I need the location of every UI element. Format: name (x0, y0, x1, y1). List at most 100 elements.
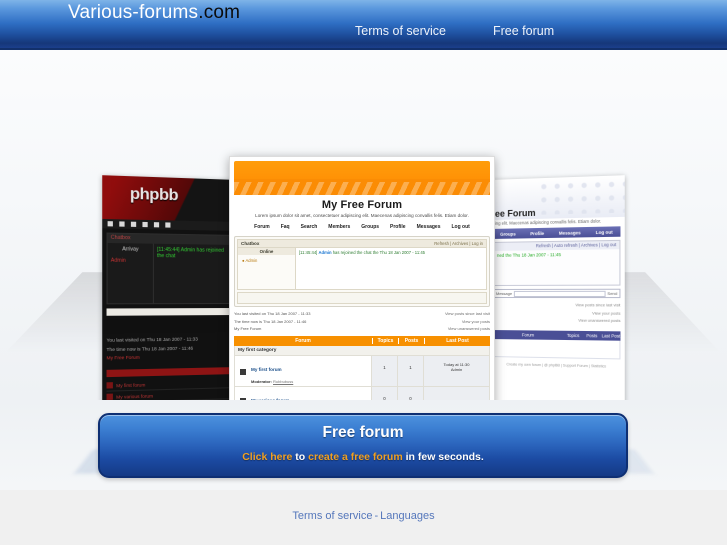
forum-category-row: My first category (234, 345, 490, 356)
nav-dot-icon (130, 221, 137, 227)
left-thumb-table-header (106, 367, 235, 378)
chatbox-online-user[interactable]: ● Admin (238, 255, 295, 266)
forum-row-name-cell: My first forum Moderator: Rubbubuss (251, 356, 371, 386)
nav-dot-icon (165, 222, 171, 228)
forum-nav-members[interactable]: Members (328, 224, 350, 230)
brand-tld: .com (198, 2, 241, 23)
forum-row-title[interactable]: My first forum (251, 367, 282, 372)
left-thumb-online-label: Arrivay (122, 246, 139, 253)
forum-nav-faq[interactable]: Faq (281, 224, 290, 230)
forum-nav-forum[interactable]: Forum (254, 224, 270, 230)
forum-row-last-post (423, 386, 489, 400)
forum-nav-logout[interactable]: Log out (452, 224, 470, 230)
forum-nav-groups[interactable]: Groups (361, 224, 379, 230)
chatbox-input[interactable] (237, 292, 487, 304)
forum-row-title[interactable]: My various forum (251, 398, 289, 400)
forum-meta: You last visited on Thu 18 Jan 2007 - 11… (234, 310, 490, 333)
header-nav-free-forum[interactable]: Free forum (493, 24, 554, 38)
forum-row-posts: 1 (397, 355, 423, 386)
cta-create-free-forum: create a free forum (308, 451, 403, 463)
preview-thumbnail-center[interactable]: My Free Forum Lorem ipsum dolor sit amet… (229, 156, 495, 400)
right-thumb-banner: ee Forum (489, 175, 625, 220)
site-footer: Terms of service - Languages (0, 490, 727, 545)
right-thumb-input-label: Message (495, 290, 513, 296)
chatbox-message-user: Admin (318, 250, 332, 255)
forum-icon (106, 382, 113, 389)
forum-banner (234, 161, 490, 195)
right-thumb-input-field[interactable] (514, 290, 606, 297)
right-thumb-send-button[interactable]: Send (607, 291, 617, 296)
right-thumb-nav-logout[interactable]: Log out (596, 229, 613, 234)
forum-row-posts: 0 (397, 386, 423, 400)
cta-click-here: Click here (242, 451, 293, 463)
current-time-text: The time now is Thu 18 Jan 2007 - 11:46 (234, 318, 307, 324)
last-visit-text: You last visited on Thu 18 Jan 2007 - 11… (234, 311, 311, 316)
brand-name: Various-forums (68, 2, 199, 23)
no-new-posts-icon (235, 362, 251, 380)
chatbox-links[interactable]: Refresh | Archives | Log in (434, 241, 483, 246)
forum-meta-right: View posts since last visit View your po… (445, 310, 490, 333)
left-thumb-input-strip (106, 308, 235, 316)
table-row[interactable] (492, 338, 621, 360)
right-thumb-row-name (494, 347, 581, 348)
left-thumb-online-col: Arrivay Admin (107, 242, 154, 304)
nav-dot-icon (153, 222, 160, 228)
moderator-label: Moderator: (251, 378, 272, 384)
left-thumb-table: My first forum My various forum Who is O… (102, 377, 238, 400)
no-new-posts-icon (235, 391, 251, 400)
right-thumb-title: ee Forum (494, 207, 536, 219)
nav-dot-icon (119, 221, 125, 227)
footer-languages-link[interactable]: Languages (380, 510, 434, 522)
chatbox-messages: [11:45:44] Admin has rejoined the chat t… (296, 248, 486, 289)
chatbox-online-list: Online ● Admin (238, 248, 296, 289)
right-thumb-col-forum: Forum (521, 332, 535, 338)
table-row[interactable]: My various forum Corbeille du forum 0 0 (234, 386, 490, 400)
chatbox-online-label: Online (238, 248, 295, 255)
forum-nav-profile[interactable]: Profile (390, 224, 406, 230)
forum-title: My Free Forum (321, 199, 403, 211)
nav-dot-icon (107, 221, 113, 227)
nav-dot-icon (142, 221, 148, 228)
forum-row-topics: 1 (371, 355, 397, 386)
forum-nav-search[interactable]: Search (301, 224, 318, 230)
right-thumb-footer: Create my own forum | @ phpBB | Support … (506, 362, 607, 369)
chatbox-message-time: [11:45:44] (299, 250, 318, 255)
left-thumb-online-user: Admin (110, 257, 126, 264)
forum-name-text: My Free Forum (234, 326, 262, 332)
column-topics: Topics (372, 337, 398, 344)
preview-stage: phpbb Chatbox Arrivay Admin [11:45:44] A… (0, 50, 727, 400)
preview-thumbnail-right[interactable]: ee Forum ing elit. Maecenas adipiscing c… (489, 175, 625, 400)
chatbox-message-text: has rejoined the chat the Thu 18 Jan 200… (332, 250, 425, 255)
left-thumb-logo: phpbb (129, 185, 179, 205)
header-nav-terms-of-service[interactable]: Terms of service (355, 24, 446, 38)
moderator-name[interactable]: Rubbubuss (273, 379, 293, 384)
right-thumb-col-lastpost: Last Post (601, 333, 621, 339)
chatbox-body: Online ● Admin [11:45:44] Admin has rejo… (237, 248, 487, 290)
right-thumb-meta-3: View unanswered posts (578, 318, 621, 324)
view-unanswered-link[interactable]: View unanswered posts (445, 325, 490, 333)
view-your-posts-link[interactable]: View your posts (445, 318, 490, 326)
left-thumb-meta: You last visited on Thu 18 Jan 2007 - 11… (102, 332, 238, 367)
right-thumb-chatbox: Refresh | Auto refresh | Archives | Log … (492, 239, 621, 286)
right-thumb-message-input[interactable]: Message Send (492, 288, 621, 299)
right-thumb-nav-groups[interactable]: Groups (500, 231, 516, 236)
left-thumb-chat-message: [11:45:44] Admin has rejoined the chat (157, 246, 224, 260)
left-thumb-banner: phpbb (102, 175, 238, 222)
preview-thumbnail-left[interactable]: phpbb Chatbox Arrivay Admin [11:45:44] A… (102, 175, 238, 400)
table-row[interactable]: My first forum Moderator: Rubbubuss 1 1 … (234, 355, 490, 387)
right-thumb-chat-message: ned the Thu 18 Jan 2007 - 11:45 (496, 252, 561, 258)
create-free-forum-button[interactable]: Free forum Click here to create a free f… (98, 413, 628, 478)
view-posts-since-link[interactable]: View posts since last visit (445, 310, 490, 318)
forum-nav-messages[interactable]: Messages (417, 224, 441, 230)
footer-terms-of-service-link[interactable]: Terms of service (292, 510, 372, 522)
right-thumb-nav-profile[interactable]: Profile (530, 230, 544, 235)
right-thumb-meta: View posts since last visit View your po… (489, 300, 625, 328)
column-last-post: Last Post (424, 337, 490, 344)
last-post-author[interactable]: Admin (451, 367, 462, 372)
cta-in-few-seconds: in few seconds. (402, 451, 484, 463)
cta-subtitle: Click here to create a free forum in few… (100, 442, 626, 463)
right-thumb-nav-messages[interactable]: Messages (559, 230, 581, 236)
right-thumb-col-posts: Posts (586, 332, 598, 339)
site-header: Various-forums.com Terms of service Free… (0, 0, 727, 50)
forum-nav: Forum Faq Search Members Groups Profile … (234, 224, 490, 230)
